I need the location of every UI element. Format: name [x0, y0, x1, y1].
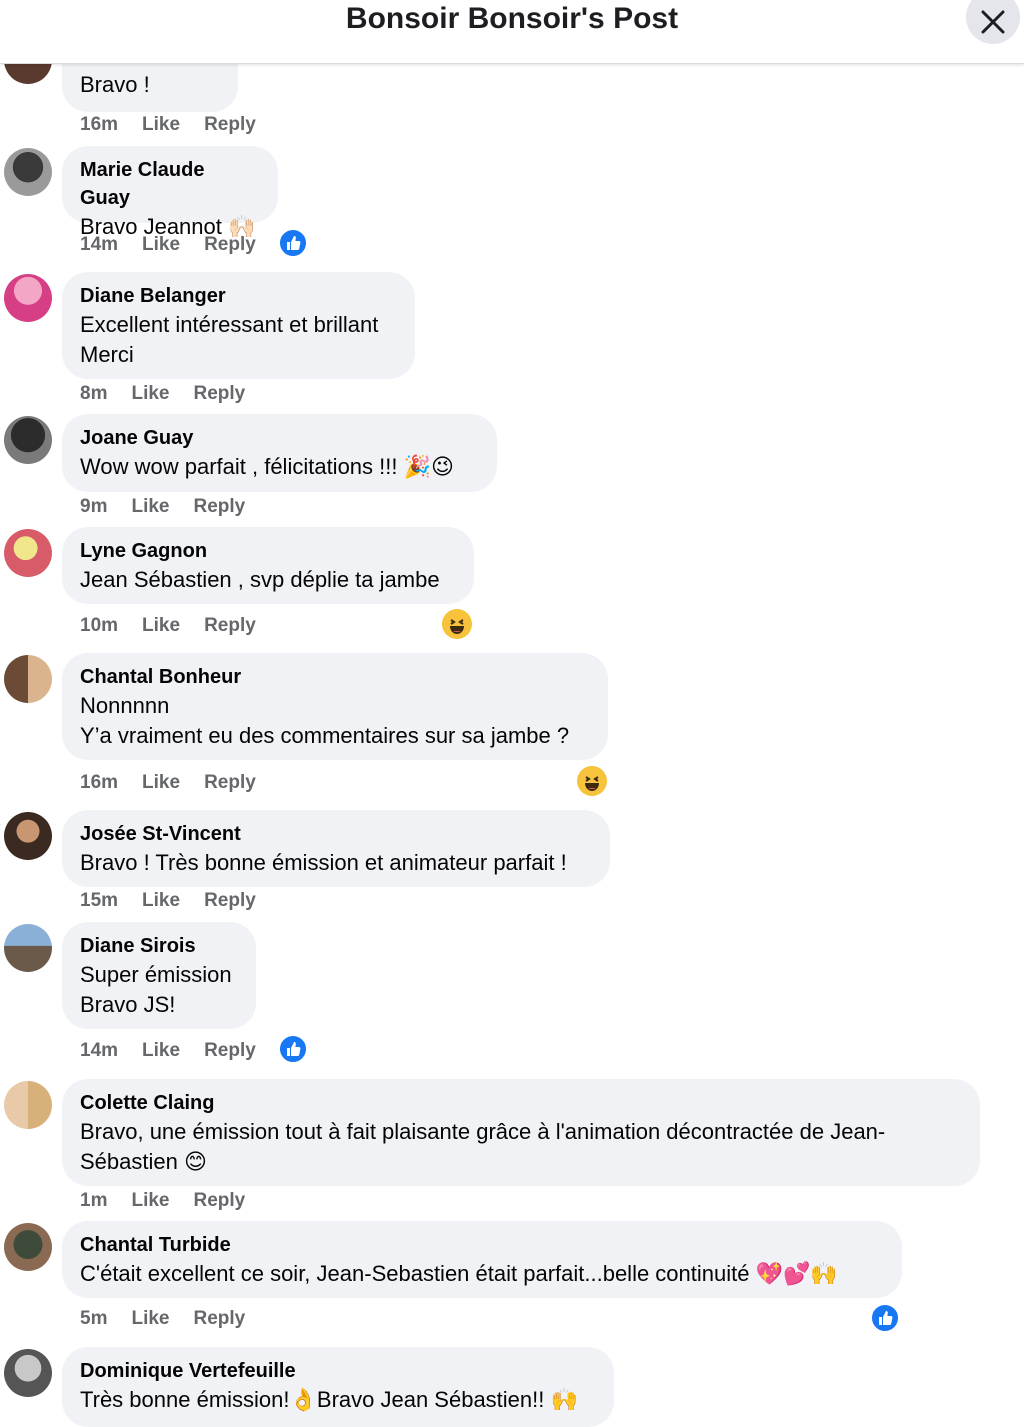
comment-author[interactable]: Josée St-Vincent	[80, 820, 592, 848]
comment-time: 8m	[80, 383, 108, 404]
like-link[interactable]: Like	[142, 772, 180, 793]
comments-list: Bravo ! 16m Like Reply Marie Claude Guay B…	[0, 0, 1024, 1427]
page-title: Bonsoir Bonsoir's Post	[345, 2, 679, 35]
comment-author[interactable]: Chantal Bonheur	[80, 663, 590, 691]
comment-time: 16m	[80, 114, 119, 135]
comment-time: 5m	[80, 1308, 108, 1329]
comment-author[interactable]: Diane Belanger	[80, 282, 397, 310]
comment-meta: 15m Like Reply	[80, 890, 280, 912]
comment-bubble: Lyne Gagnon Jean Sébastien , svp déplie …	[62, 527, 474, 604]
close-icon	[981, 10, 1005, 34]
avatar[interactable]	[4, 1223, 52, 1271]
avatar[interactable]	[4, 529, 52, 577]
reply-link[interactable]: Reply	[204, 234, 256, 255]
avatar[interactable]	[4, 148, 52, 196]
avatar[interactable]	[4, 655, 52, 703]
avatar[interactable]	[4, 924, 52, 972]
reply-link[interactable]: Reply	[194, 496, 246, 517]
comment-text: Bravo, une émission tout à fait plaisant…	[80, 1119, 886, 1174]
comment-author[interactable]: Diane Sirois	[80, 932, 238, 960]
comment-author[interactable]: Lyne Gagnon	[80, 537, 456, 565]
like-link[interactable]: Like	[131, 1190, 169, 1211]
comment-text: Nonnnnn Y’a vraiment eu des commentaires…	[80, 693, 570, 748]
like-link[interactable]: Like	[131, 496, 169, 517]
comment-bubble: Diane Belanger Excellent intéressant et …	[62, 272, 415, 379]
comment-bubble: Dominique Vertefeuille Très bonne émissi…	[62, 1347, 614, 1427]
comment-bubble: Chantal Turbide C'était excellent ce soi…	[62, 1221, 902, 1298]
comment-meta: 16m Like Reply	[80, 114, 280, 136]
comment-text: Très bonne émission!👌Bravo Jean Sébastie…	[80, 1387, 578, 1412]
comment-author[interactable]: Dominique Vertefeuille	[80, 1357, 596, 1385]
close-button[interactable]	[966, 0, 1020, 44]
comment-meta: 5m Like Reply	[80, 1308, 269, 1330]
comment-text: Bravo !	[80, 72, 150, 97]
comment-meta: 14m Like Reply	[80, 234, 280, 256]
reply-link[interactable]: Reply	[204, 772, 256, 793]
comment-author[interactable]: Chantal Turbide	[80, 1231, 884, 1259]
comment-text: C'était excellent ce soir, Jean-Sebastie…	[80, 1261, 838, 1286]
comment-time: 14m	[80, 1040, 119, 1061]
like-link[interactable]: Like	[131, 383, 169, 404]
comment-author[interactable]: Marie Claude Guay	[80, 156, 260, 212]
reply-link[interactable]: Reply	[204, 890, 256, 911]
comment-bubble: Marie Claude Guay Bravo Jeannot 🙌🏻	[62, 146, 278, 239]
avatar[interactable]	[4, 416, 52, 464]
comment-text: Wow wow parfait , félicitations !!! 🎉😉	[80, 454, 454, 479]
like-link[interactable]: Like	[131, 1308, 169, 1329]
reply-link[interactable]: Reply	[194, 383, 246, 404]
comment-time: 9m	[80, 496, 108, 517]
avatar[interactable]	[4, 1349, 52, 1397]
comment-meta: 1m Like Reply	[80, 1190, 269, 1212]
comment-text: Excellent intéressant et brillant Merci	[80, 312, 379, 367]
comment-bubble: Joane Guay Wow wow parfait , félicitatio…	[62, 414, 497, 492]
like-link[interactable]: Like	[142, 1040, 180, 1061]
comment-meta: 14m Like Reply	[80, 1040, 280, 1062]
comment-bubble: Colette Claing Bravo, une émission tout …	[62, 1079, 980, 1186]
comment-text: Jean Sébastien , svp déplie ta jambe	[80, 567, 440, 592]
comment-bubble: Diane Sirois Super émission Bravo JS!	[62, 922, 256, 1029]
comment-meta: 10m Like Reply	[80, 615, 280, 637]
reply-link[interactable]: Reply	[204, 114, 256, 135]
comment-meta: 9m Like Reply	[80, 496, 269, 518]
comment-text: Bravo ! Très bonne émission et animateur…	[80, 850, 567, 875]
comment-time: 10m	[80, 615, 119, 636]
comment-meta: 8m Like Reply	[80, 383, 269, 405]
comment-text: Super émission Bravo JS!	[80, 962, 232, 1017]
like-reaction-icon[interactable]	[278, 1034, 308, 1064]
comment-author[interactable]: Joane Guay	[80, 424, 479, 452]
like-reaction-icon[interactable]	[870, 1303, 900, 1333]
like-link[interactable]: Like	[142, 615, 180, 636]
comment-time: 16m	[80, 772, 119, 793]
avatar[interactable]	[4, 812, 52, 860]
haha-reaction-icon[interactable]	[577, 766, 607, 796]
post-header: Bonsoir Bonsoir's Post	[0, 0, 1024, 64]
comment-meta: 16m Like Reply	[80, 772, 280, 794]
avatar[interactable]	[4, 1081, 52, 1129]
reply-link[interactable]: Reply	[204, 1040, 256, 1061]
comment-bubble: Chantal Bonheur Nonnnnn Y’a vraiment eu …	[62, 653, 608, 760]
comment-time: 15m	[80, 890, 119, 911]
comment-time: 14m	[80, 234, 119, 255]
like-link[interactable]: Like	[142, 114, 180, 135]
like-reaction-icon[interactable]	[278, 228, 308, 258]
reply-link[interactable]: Reply	[194, 1308, 246, 1329]
comment-author[interactable]: Colette Claing	[80, 1089, 962, 1117]
like-link[interactable]: Like	[142, 234, 180, 255]
avatar[interactable]	[4, 274, 52, 322]
comment-bubble: Josée St-Vincent Bravo ! Très bonne émis…	[62, 810, 610, 887]
reply-link[interactable]: Reply	[204, 615, 256, 636]
haha-reaction-icon[interactable]	[442, 609, 472, 639]
like-link[interactable]: Like	[142, 890, 180, 911]
comment-time: 1m	[80, 1190, 108, 1211]
reply-link[interactable]: Reply	[194, 1190, 246, 1211]
